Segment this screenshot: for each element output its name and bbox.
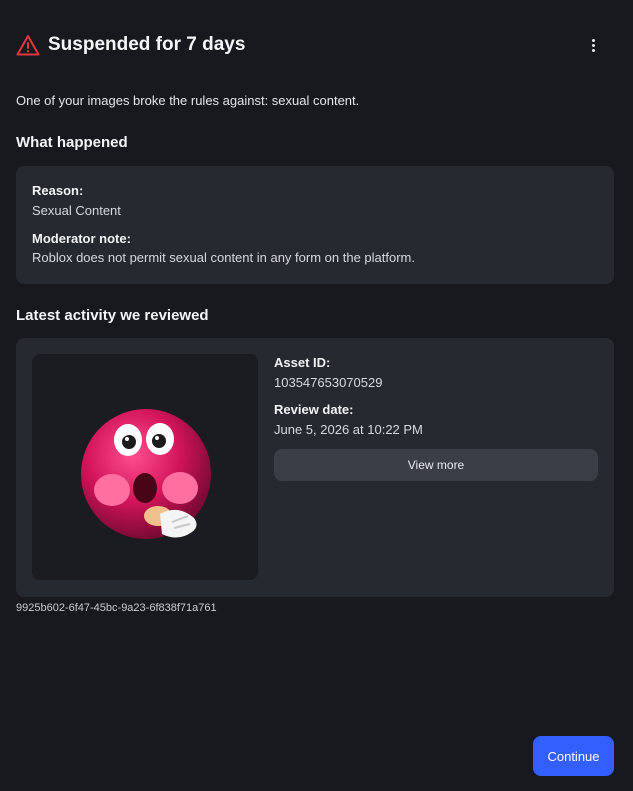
latest-activity-heading: Latest activity we reviewed <box>16 307 209 324</box>
reason-label: Reason: <box>32 183 84 198</box>
suspension-summary: One of your images broke the rules again… <box>16 93 360 108</box>
more-vertical-icon[interactable] <box>583 35 603 55</box>
asset-id-value: 103547653070529 <box>274 375 383 390</box>
asset-id-label: Asset ID: <box>274 355 331 370</box>
what-happened-heading: What happened <box>16 134 128 151</box>
warning-triangle-icon <box>16 34 40 56</box>
view-more-button[interactable]: View more <box>274 449 598 481</box>
asset-thumbnail <box>32 354 258 580</box>
moderator-note-label: Moderator note: <box>32 231 131 246</box>
header: Suspended for 7 days <box>16 31 617 59</box>
latest-activity-card: Asset ID: 103547653070529 Review date: J… <box>16 338 614 597</box>
asset-image <box>81 409 211 539</box>
moderator-note-value: Roblox does not permit sexual content in… <box>32 250 415 265</box>
continue-button[interactable]: Continue <box>533 736 614 776</box>
review-date-label: Review date: <box>274 402 354 417</box>
reason-value: Sexual Content <box>32 203 121 218</box>
reference-id: 9925b602-6f47-45bc-9a23-6f838f71a761 <box>16 602 217 614</box>
what-happened-card: Reason: Sexual Content Moderator note: R… <box>16 166 614 284</box>
page-title: Suspended for 7 days <box>48 34 246 55</box>
review-date-value: June 5, 2026 at 10:22 PM <box>274 422 423 437</box>
